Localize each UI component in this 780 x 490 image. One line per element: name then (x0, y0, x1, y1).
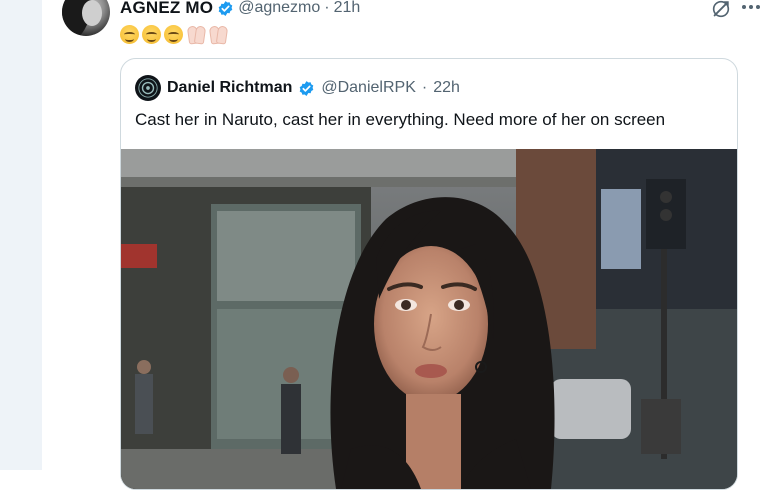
quoted-tweet-timestamp[interactable]: 22h (433, 79, 460, 97)
folded-hands-emoji-icon (208, 25, 227, 44)
quoted-tweet-header: Daniel Richtman @DanielRPK · 22h (135, 75, 460, 101)
quoted-author-display-name[interactable]: Daniel Richtman (167, 79, 292, 97)
quoted-tweet-card[interactable]: Daniel Richtman @DanielRPK · 22h Cast he… (120, 58, 738, 490)
header-separator: · (324, 0, 330, 16)
tweet-timestamp[interactable]: 21h (334, 0, 361, 17)
relieved-face-emoji-icon (120, 24, 139, 44)
quoted-author-handle[interactable]: @DanielRPK (321, 79, 416, 97)
quoted-tweet-photo[interactable] (121, 149, 737, 489)
more-options-icon[interactable] (740, 0, 762, 18)
timeline-left-rail (0, 0, 42, 470)
author-display-name[interactable]: AGNEZ MO (120, 0, 213, 18)
author-handle[interactable]: @agnezmo (238, 0, 320, 17)
smiling-face-emoji-icon (164, 24, 183, 44)
tweet-emoji-text: 😌😌☺️🙏🏻🙏🏻 (120, 22, 227, 46)
tweet[interactable]: AGNEZ MO @agnezmo · 21h 😌😌☺️🙏🏻🙏🏻 (42, 0, 780, 490)
verified-badge-icon (298, 80, 315, 97)
folded-hands-emoji-icon (186, 25, 205, 44)
quoted-header-separator: · (421, 79, 428, 96)
tweet-header: AGNEZ MO @agnezmo · 21h (120, 0, 360, 19)
quoted-author-avatar[interactable] (135, 75, 161, 101)
verified-badge-icon (217, 0, 234, 17)
author-avatar[interactable] (62, 0, 110, 36)
grok-icon[interactable] (710, 0, 732, 20)
relieved-face-emoji-icon (142, 24, 161, 44)
quoted-tweet-text: Cast her in Naruto, cast her in everythi… (135, 110, 666, 129)
